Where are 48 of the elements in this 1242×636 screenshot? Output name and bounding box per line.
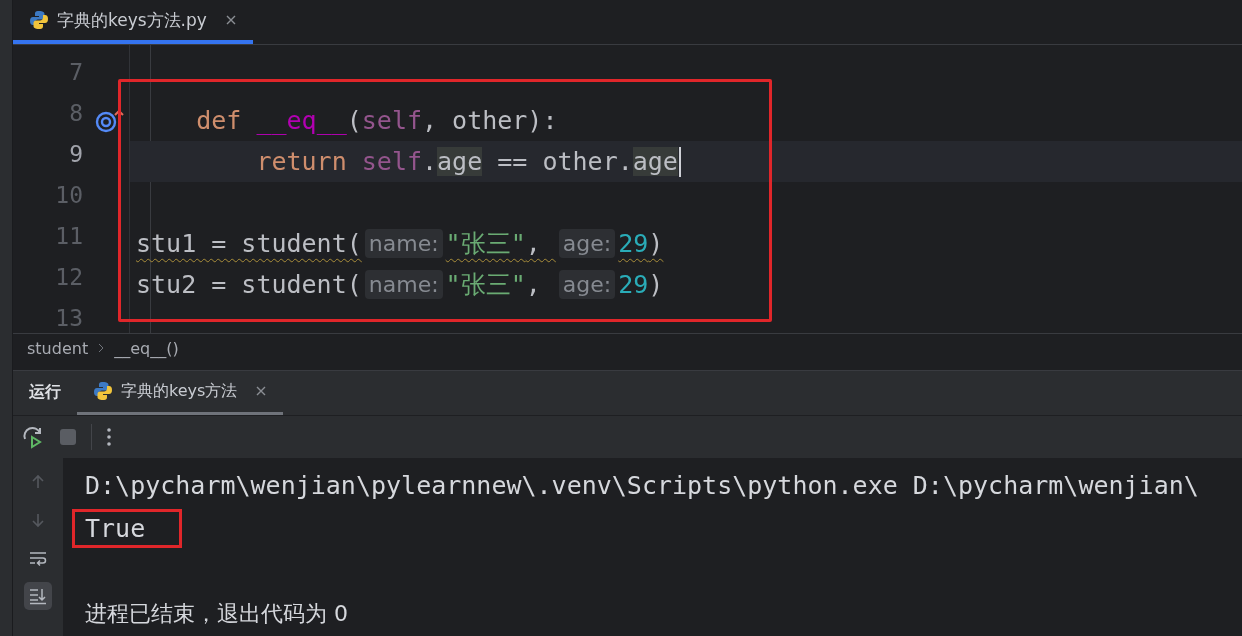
tab-label: 字典的keys方法: [121, 381, 238, 402]
code-token: age: [437, 147, 483, 177]
console-output: D:\pycharm\wenjian\pylearnnew\.venv\Scripts\python.exe D:\pycharm\wenjian\: [85, 471, 1199, 500]
line-number: 8: [68, 100, 84, 129]
code-token: self: [361, 147, 422, 177]
code-token: .: [422, 147, 438, 177]
parameter-hint: age:: [558, 229, 616, 259]
code-token: "张三": [445, 228, 526, 261]
code-token: 29: [618, 229, 649, 259]
tab-label: 字典的keys方法.py: [57, 8, 207, 32]
console-output: True: [85, 514, 146, 543]
close-icon[interactable]: [224, 14, 237, 27]
code-token: , other):: [422, 106, 558, 136]
code-token: (: [346, 106, 362, 136]
code-token: ,: [525, 270, 542, 300]
code-token: age: [632, 147, 678, 177]
code-token: stu1 = student(: [136, 229, 362, 259]
code-token: ): [648, 270, 664, 300]
python-file-icon: [29, 10, 49, 31]
code-token: ,: [525, 229, 542, 259]
python-file-icon: [93, 381, 113, 402]
code-token: stu2 = student(: [136, 270, 362, 300]
line-number: 13: [54, 305, 84, 333]
close-icon[interactable]: [255, 385, 268, 398]
code-token: self: [361, 106, 422, 136]
parameter-hint: name:: [364, 229, 443, 259]
panel-title: 运行: [28, 381, 62, 404]
code-token: ): [648, 229, 664, 259]
code-token: == other.: [496, 147, 633, 177]
code-token: def: [195, 106, 243, 136]
code-token: 29: [618, 270, 649, 300]
line-number: 11: [54, 223, 84, 252]
breadcrumb[interactable]: student: [27, 338, 89, 358]
breadcrumb[interactable]: __eq__(): [114, 338, 179, 358]
line-number: 9: [68, 141, 84, 170]
line-number: 7: [68, 59, 84, 88]
code-token: "张三": [445, 269, 526, 302]
code-token: return: [255, 147, 348, 177]
console-output: 进程已结束，退出代码为 0: [85, 600, 348, 629]
parameter-hint: age:: [558, 270, 616, 300]
scroll-end-icon[interactable]: [24, 582, 52, 610]
line-number: 10: [54, 182, 84, 211]
parameter-hint: name:: [364, 270, 443, 300]
chevron-icon: [98, 343, 105, 354]
code-token: __eq__: [256, 106, 347, 136]
more-icon[interactable]: [106, 426, 112, 447]
editor-tab[interactable]: 字典的keys方法.py: [13, 0, 253, 45]
line-number: 12: [54, 264, 84, 293]
